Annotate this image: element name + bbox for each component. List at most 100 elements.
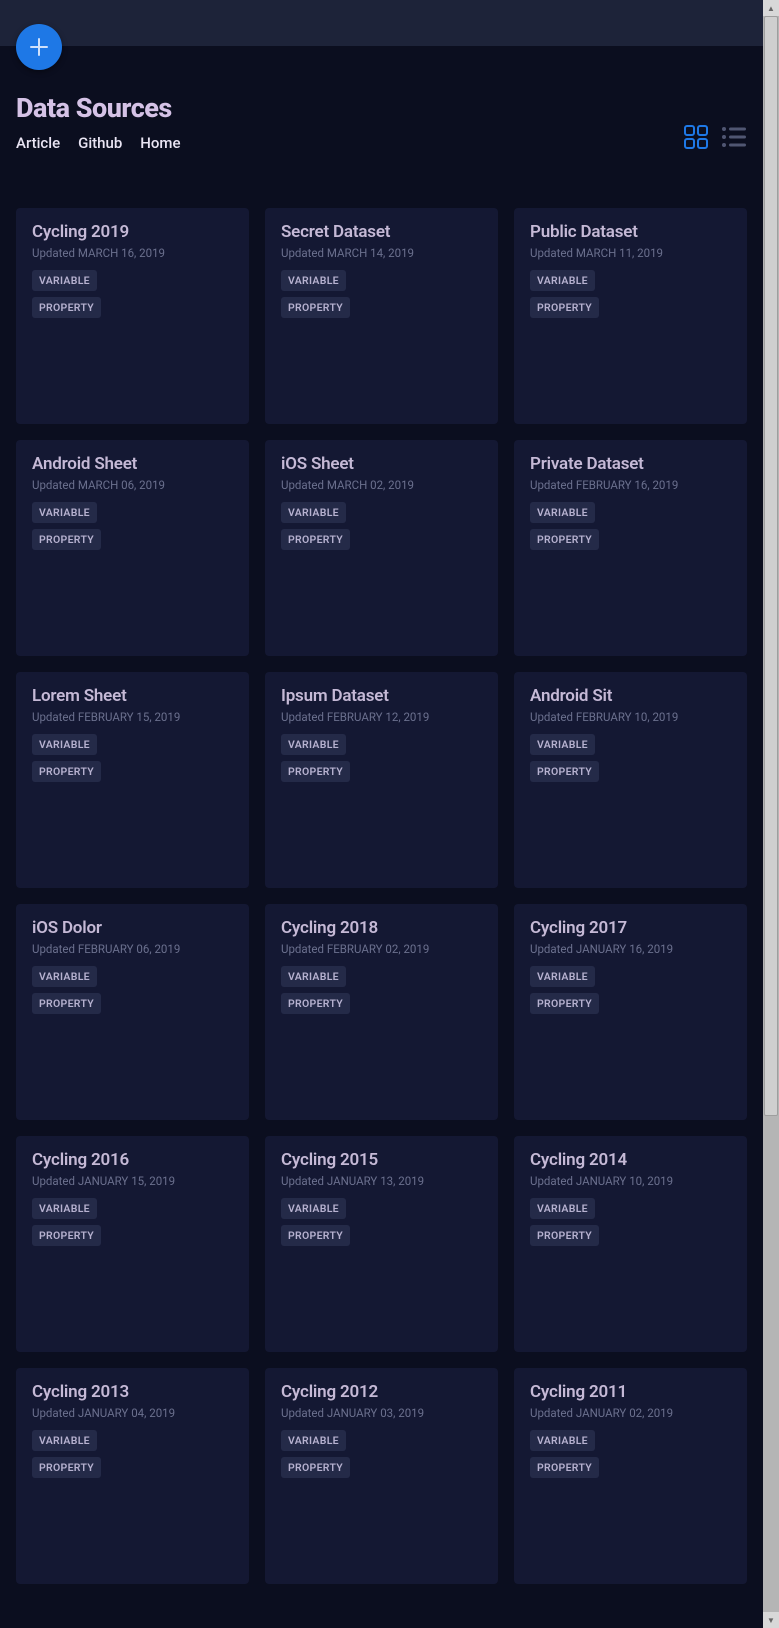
tag-variable: VARIABLE [530, 1430, 595, 1451]
card-updated: Updated MARCH 06, 2019 [32, 478, 233, 492]
nav-link[interactable]: Github [78, 134, 122, 152]
card-tags: VARIABLE PROPERTY [530, 502, 731, 550]
tag-property: PROPERTY [530, 1225, 599, 1246]
card-tags: VARIABLE PROPERTY [530, 734, 731, 782]
card-updated: Updated FEBRUARY 06, 2019 [32, 942, 233, 956]
view-toggle [683, 124, 747, 152]
card-updated: Updated JANUARY 16, 2019 [530, 942, 731, 956]
tag-variable: VARIABLE [32, 966, 97, 987]
card-title: Cycling 2017 [530, 918, 731, 938]
data-source-card[interactable]: Ipsum Dataset Updated FEBRUARY 12, 2019 VA… [265, 672, 498, 888]
data-source-card[interactable]: Cycling 2012 Updated JANUARY 03, 2019 VARI… [265, 1368, 498, 1584]
tag-property: PROPERTY [530, 529, 599, 550]
card-title: iOS Dolor [32, 918, 233, 938]
card-title: Cycling 2012 [281, 1382, 482, 1402]
tag-variable: VARIABLE [32, 502, 97, 523]
tag-variable: VARIABLE [530, 502, 595, 523]
card-tags: VARIABLE PROPERTY [281, 502, 482, 550]
tag-property: PROPERTY [32, 761, 101, 782]
card-tags: VARIABLEPROPERTY [32, 270, 233, 318]
header-nav: Article Github Home [16, 134, 181, 152]
tag-property: PROPERTY [281, 529, 350, 550]
card-updated: Updated MARCH 14, 2019 [281, 246, 482, 260]
card-tags: VARIABLEPROPERTY [32, 502, 233, 550]
add-button[interactable] [16, 24, 62, 70]
card-updated: Updated JANUARY 15, 2019 [32, 1174, 233, 1188]
tag-variable: VARIABLE [281, 502, 346, 523]
scroll-up-button[interactable]: ▲ [763, 0, 779, 16]
card-title: Cycling 2015 [281, 1150, 482, 1170]
card-updated: Updated FEBRUARY 15, 2019 [32, 710, 233, 724]
tag-variable: VARIABLE [530, 734, 595, 755]
card-updated: Updated JANUARY 03, 2019 [281, 1406, 482, 1420]
data-source-card[interactable]: Public DatasetUpdated MARCH 11, 2019VARI… [514, 208, 747, 424]
data-source-card[interactable]: Cycling 2019Updated MARCH 16, 2019VARIAB… [16, 208, 249, 424]
data-source-card[interactable]: Lorem Sheet Updated FEBRUARY 15, 2019 VARI… [16, 672, 249, 888]
page-title: Data Sources [16, 92, 181, 124]
tag-variable: VARIABLE [530, 270, 595, 291]
card-tags: VARIABLE PROPERTY [32, 966, 233, 1014]
card-updated: Updated MARCH 11, 2019 [530, 246, 731, 260]
data-source-card[interactable]: Cycling 2017 Updated JANUARY 16, 2019 VARI… [514, 904, 747, 1120]
data-source-card[interactable]: Android SitUpdated FEBRUARY 10, 2019VARI… [514, 672, 747, 888]
tag-variable: VARIABLE [281, 1430, 346, 1451]
card-updated: Updated FEBRUARY 12, 2019 [281, 710, 482, 724]
nav-link[interactable]: Home [140, 134, 180, 152]
card-tags: VARIABLEPROPERTY [32, 1430, 233, 1478]
tag-variable: VARIABLE [32, 734, 97, 755]
tag-variable: VARIABLE [32, 270, 97, 291]
data-source-card[interactable]: iOS Dolor Updated FEBRUARY 06, 2019 VARIAB… [16, 904, 249, 1120]
vertical-scrollbar[interactable]: ▲ ▼ [763, 0, 779, 1628]
tag-property: PROPERTY [281, 297, 350, 318]
card-tags: VARIABLE PROPERTY [530, 1430, 731, 1478]
card-updated: Updated FEBRUARY 10, 2019 [530, 710, 731, 724]
tag-property: PROPERTY [530, 993, 599, 1014]
page-content: Data Sources Article Github Home [0, 0, 763, 1628]
data-source-card[interactable]: Cycling 2015Updated JANUARY 13, 2019VARI… [265, 1136, 498, 1352]
data-source-card[interactable]: Cycling 2013 Updated JANUARY 04, 2019 VARI… [16, 1368, 249, 1584]
tag-property: PROPERTY [530, 761, 599, 782]
card-title: Cycling 2016 [32, 1150, 233, 1170]
header-left: Data Sources Article Github Home [16, 92, 181, 152]
data-source-card[interactable]: Secret DatasetUpdated MARCH 14, 2019VARI… [265, 208, 498, 424]
scroll-down-button[interactable]: ▼ [763, 1612, 779, 1628]
card-title: Cycling 2011 [530, 1382, 731, 1402]
data-source-card[interactable]: Cycling 2011Updated JANUARY 02, 2019VARI… [514, 1368, 747, 1584]
card-tags: VARIABLE PROPERTY [32, 734, 233, 782]
data-source-card[interactable]: iOS SheetUpdated MARCH 02, 2019VARIABLEP… [265, 440, 498, 656]
nav-link[interactable]: Article [16, 134, 60, 152]
card-title: Cycling 2013 [32, 1382, 233, 1402]
data-source-card[interactable]: Private DatasetUpdated FEBRUARY 16, 2019… [514, 440, 747, 656]
card-title: Cycling 2018 [281, 918, 482, 938]
card-title: Cycling 2019 [32, 222, 233, 242]
card-updated: Updated JANUARY 04, 2019 [32, 1406, 233, 1420]
card-title: Secret Dataset [281, 222, 482, 242]
scroll-thumb[interactable] [764, 16, 778, 1116]
tag-variable: VARIABLE [281, 734, 346, 755]
list-view-icon [721, 126, 747, 148]
card-tags: VARIABLE PROPERTY [530, 966, 731, 1014]
tag-variable: VARIABLE [530, 966, 595, 987]
tag-property: PROPERTY [281, 1457, 350, 1478]
card-tags: VARIABLE PROPERTY [32, 1198, 233, 1246]
card-title: Ipsum Dataset [281, 686, 482, 706]
card-grid: Cycling 2019Updated MARCH 16, 2019VARIAB… [0, 152, 763, 1600]
tag-variable: VARIABLE [32, 1198, 97, 1219]
list-view-button[interactable] [721, 126, 747, 148]
card-tags: VARIABLEPROPERTY [281, 1198, 482, 1246]
card-tags: VARIABLEPROPERTY [530, 270, 731, 318]
grid-view-button[interactable] [683, 124, 709, 150]
data-source-card[interactable]: Cycling 2016 Updated JANUARY 15, 2019 VARI… [16, 1136, 249, 1352]
card-tags: VARIABLEPROPERTY [530, 1198, 731, 1246]
card-tags: VARIABLEPROPERTY [281, 734, 482, 782]
grid-view-icon [683, 124, 709, 150]
page-header: Data Sources Article Github Home [0, 46, 763, 152]
card-title: Lorem Sheet [32, 686, 233, 706]
data-source-card[interactable]: Cycling 2018Updated FEBRUARY 02, 2019VAR… [265, 904, 498, 1120]
tag-property: PROPERTY [32, 1225, 101, 1246]
data-source-card[interactable]: Android SheetUpdated MARCH 06, 2019VARIA… [16, 440, 249, 656]
data-source-card[interactable]: Cycling 2014Updated JANUARY 10, 2019VARI… [514, 1136, 747, 1352]
tag-property: PROPERTY [32, 993, 101, 1014]
tag-property: PROPERTY [530, 1457, 599, 1478]
tag-property: PROPERTY [281, 1225, 350, 1246]
